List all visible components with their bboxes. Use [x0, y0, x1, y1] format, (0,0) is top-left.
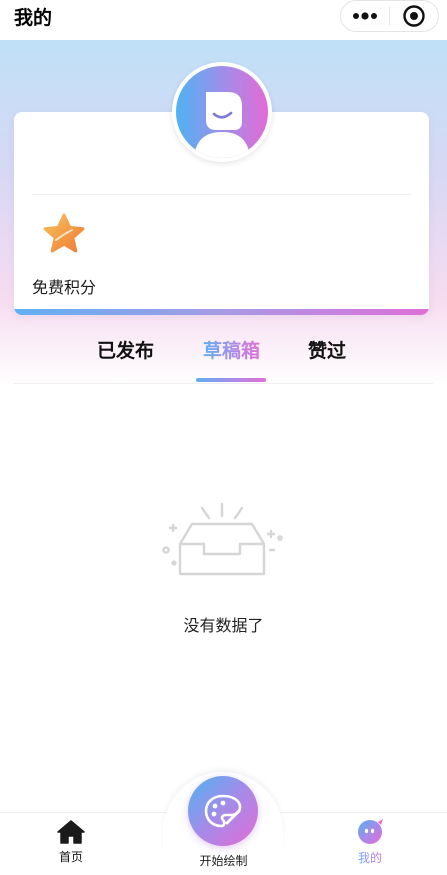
smiley-avatar-icon: [176, 66, 268, 158]
avatar[interactable]: [172, 62, 272, 162]
close-miniprogram-button[interactable]: [390, 1, 438, 31]
star-icon: [43, 213, 85, 253]
start-drawing-button[interactable]: [188, 776, 258, 846]
more-button[interactable]: [341, 1, 389, 31]
content-tabs: 已发布 草稿箱 赞过: [14, 330, 433, 384]
tab-published[interactable]: 已发布: [97, 336, 154, 363]
target-circle-icon: [403, 5, 425, 27]
tab-drafts[interactable]: 草稿箱: [203, 336, 260, 363]
active-tab-indicator: [196, 378, 266, 382]
card-gradient-bar: [14, 309, 429, 315]
palette-icon: [204, 794, 242, 828]
tabbar-label-mine: 我的: [357, 851, 382, 865]
points-label[interactable]: 免费积分: [32, 274, 96, 298]
empty-state-text: 没有数据了: [183, 616, 264, 635]
profile-face-icon: [358, 819, 383, 844]
tab-liked[interactable]: 赞过: [308, 336, 346, 363]
card-divider: [32, 194, 411, 195]
points-entry[interactable]: [42, 212, 86, 256]
navigation-bar: 我的: [0, 0, 447, 40]
more-dots-icon: [353, 12, 377, 20]
page-title: 我的: [14, 7, 53, 29]
empty-box-icon: [158, 498, 288, 584]
mini-program-capsule: [340, 0, 439, 32]
home-icon: [57, 820, 85, 844]
tabbar-item-mine[interactable]: 我的: [356, 818, 384, 866]
